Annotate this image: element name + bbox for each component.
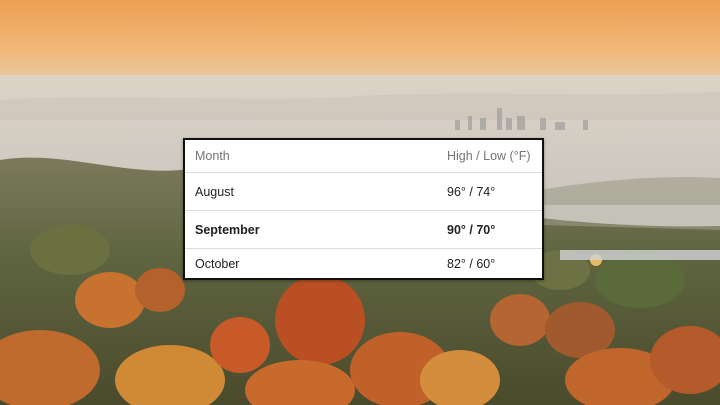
table-row: August 96° / 74° xyxy=(185,173,542,210)
column-header-high-low: High / Low (°F) xyxy=(447,149,531,163)
column-header-month: Month xyxy=(195,149,230,163)
month-cell: October xyxy=(195,256,240,271)
temperature-cell: 96° / 74° xyxy=(447,184,496,199)
weather-table-card: Month High / Low (°F) August 96° / 74° S… xyxy=(183,138,544,280)
month-cell: August xyxy=(195,184,234,199)
temperature-cell: 90° / 70° xyxy=(447,222,496,237)
table-row-highlighted: September 90° / 70° xyxy=(185,211,542,248)
table-row: October 82° / 60° xyxy=(185,249,542,278)
temperature-cell: 82° / 60° xyxy=(447,256,496,271)
table-header-row: Month High / Low (°F) xyxy=(185,140,542,172)
month-cell: September xyxy=(195,222,260,237)
